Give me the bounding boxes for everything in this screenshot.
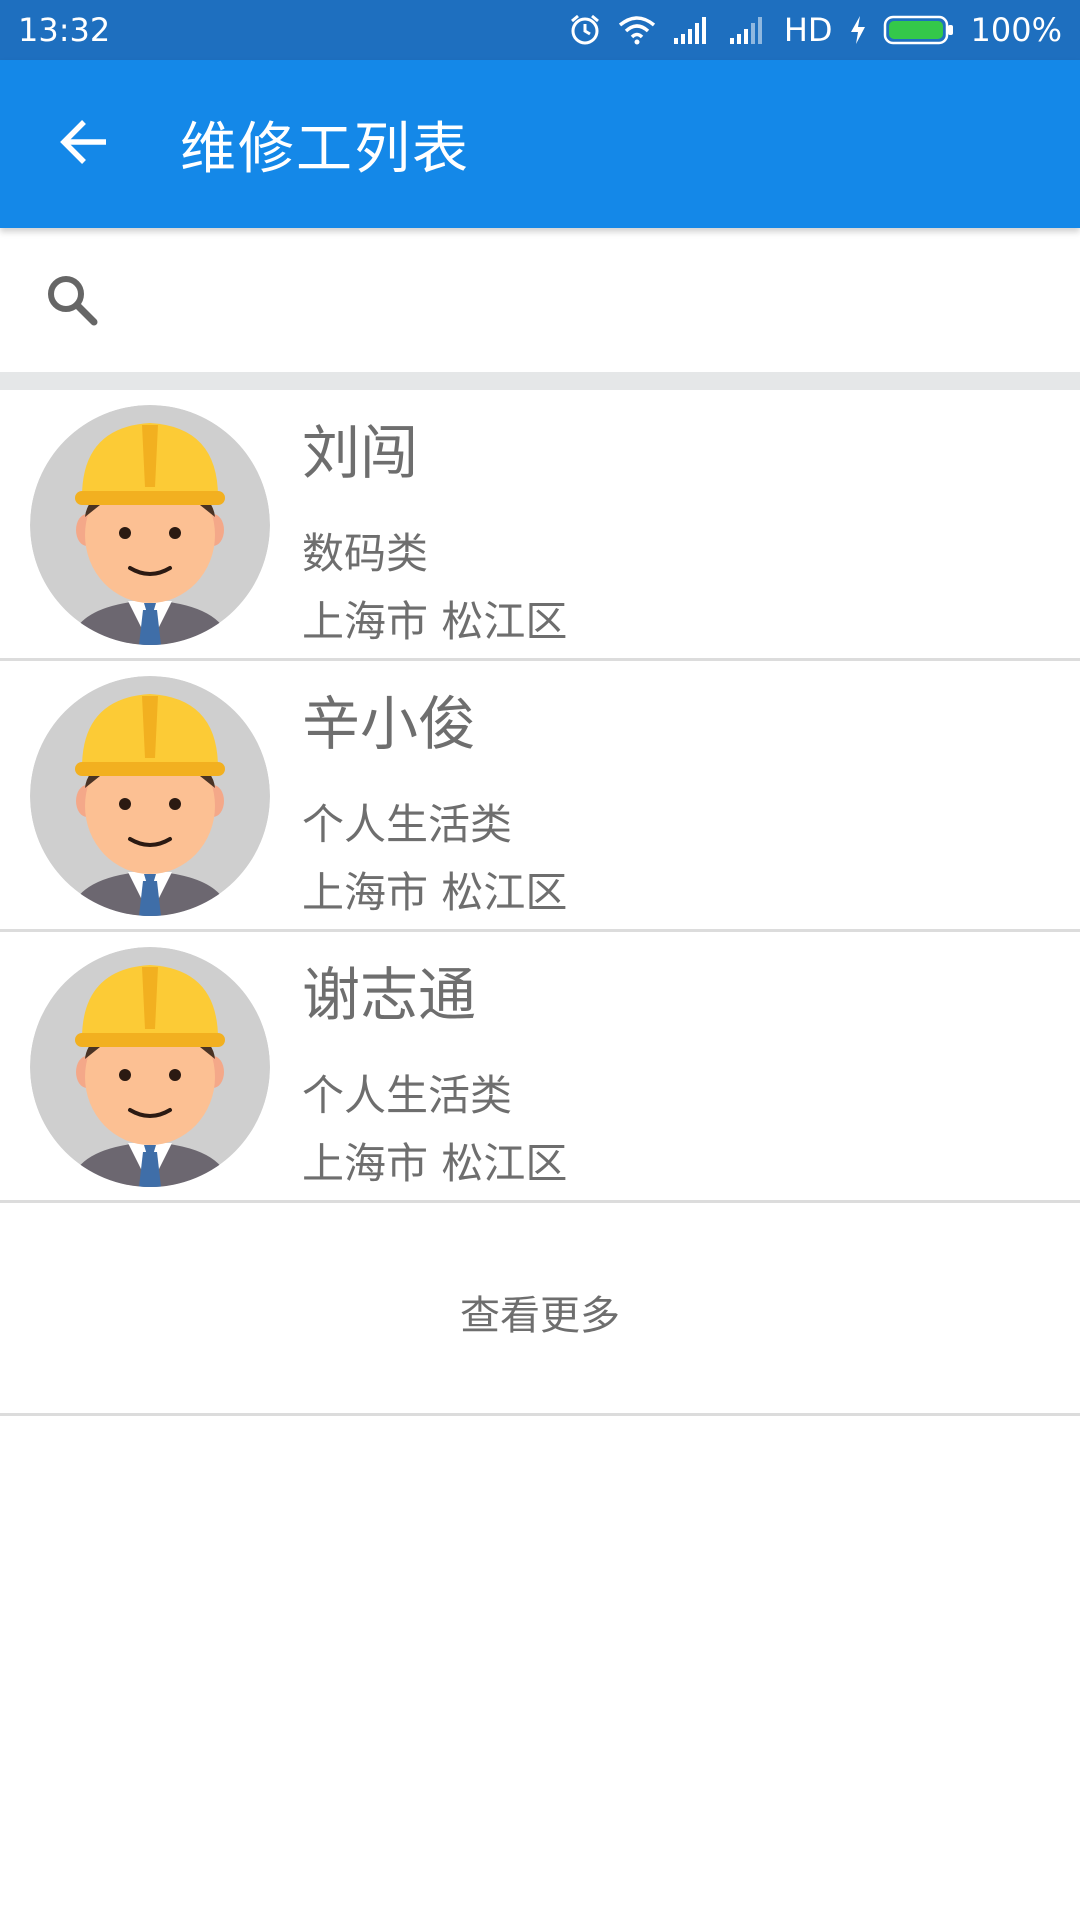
charging-icon [849,15,867,45]
page-title: 维修工列表 [180,116,470,182]
divider [0,372,1080,390]
status-icons: HD 100% [568,11,1062,49]
status-bar: 13:32 HD 100% [0,0,1080,60]
list-item[interactable]: 谢志通 个人生活类 上海市 松江区 [0,932,1080,1203]
status-time: 13:32 [18,11,111,49]
worker-name: 辛小俊 [302,690,477,758]
avatar [30,676,270,916]
signal-icon [672,16,712,44]
wifi-icon [618,15,656,45]
worker-location: 上海市 松江区 [302,868,568,917]
alarm-icon [568,13,602,47]
list-item[interactable]: 刘闯 数码类 上海市 松江区 [0,390,1080,661]
battery-icon [883,14,955,46]
signal-icon [728,16,768,44]
avatar [30,405,270,645]
worker-name: 刘闯 [302,419,419,487]
battery-percent: 100% [970,11,1062,49]
arrow-left-icon [56,114,112,174]
worker-location: 上海市 松江区 [302,597,568,646]
worker-list: 刘闯 数码类 上海市 松江区 辛小俊 个人生活类 上海市 松江区 谢志通 个人生… [0,390,1080,1203]
list-item[interactable]: 辛小俊 个人生活类 上海市 松江区 [0,661,1080,932]
app-bar: 维修工列表 [0,60,1080,228]
worker-category: 数码类 [302,529,429,578]
worker-category: 个人生活类 [302,1071,513,1120]
back-button[interactable] [44,104,124,184]
search-bar [0,228,1080,372]
worker-location: 上海市 松江区 [302,1139,568,1188]
search-icon[interactable] [40,268,104,332]
load-more-label: 查看更多 [460,1292,620,1339]
network-label: HD [783,11,833,49]
search-input[interactable] [124,259,1040,341]
worker-category: 个人生活类 [302,800,513,849]
worker-name: 谢志通 [302,961,477,1029]
load-more-button[interactable]: 查看更多 [0,1210,1080,1416]
avatar [30,947,270,1187]
